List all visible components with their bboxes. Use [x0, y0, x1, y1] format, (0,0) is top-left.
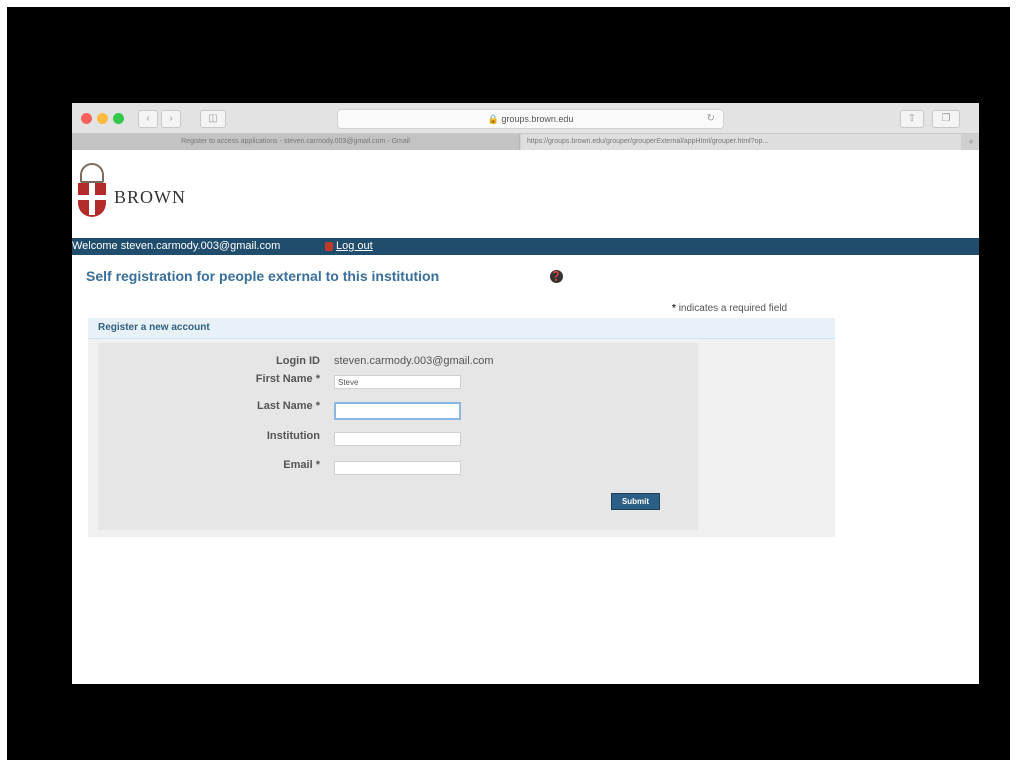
tab-grouper[interactable]: https://groups.brown.edu/grouper/grouper…: [521, 134, 961, 150]
share-icon: ⇧: [907, 113, 917, 124]
forward-button[interactable]: ›: [161, 110, 181, 128]
chevron-right-icon: ›: [169, 113, 173, 124]
registration-form: Login ID steven.carmody.003@gmail.com Fi…: [98, 343, 698, 530]
sidebar-button[interactable]: ◫: [200, 110, 226, 128]
last-name-label-text: Last Name: [257, 400, 313, 412]
video-frame: ‹ › ◫ 🔒 groups.brown.edu ↻ ⇧ ❐ Register …: [7, 7, 1010, 760]
required-field-note: * indicates a required field: [672, 303, 787, 314]
address-text: groups.brown.edu: [501, 114, 574, 124]
last-name-input[interactable]: [334, 402, 461, 420]
logout-icon: [325, 242, 333, 251]
required-marker: *: [315, 459, 320, 471]
first-name-input[interactable]: [334, 375, 461, 389]
chevron-left-icon: ‹: [146, 113, 150, 124]
lock-icon: 🔒: [487, 114, 499, 124]
email-label: Email *: [98, 459, 320, 471]
address-bar[interactable]: 🔒 groups.brown.edu ↻: [337, 109, 724, 129]
register-panel: Register a new account Login ID steven.c…: [88, 318, 835, 537]
submit-button[interactable]: Submit: [611, 493, 660, 510]
reload-icon[interactable]: ↻: [707, 110, 715, 128]
page-title: Self registration for people external to…: [86, 268, 440, 284]
share-button[interactable]: ⇧: [900, 110, 924, 128]
last-name-label: Last Name *: [98, 400, 320, 412]
brown-shield-icon: [76, 161, 108, 221]
help-icon[interactable]: ❓: [550, 270, 563, 283]
logo-text: BROWN: [114, 187, 186, 207]
first-name-label: First Name *: [98, 373, 320, 385]
browser-toolbar: ‹ › ◫ 🔒 groups.brown.edu ↻ ⇧ ❐: [72, 103, 979, 134]
tab-bar: Register to access applications - steven…: [72, 134, 979, 150]
tab-gmail[interactable]: Register to access applications - steven…: [72, 134, 520, 150]
email-label-text: Email: [283, 459, 313, 471]
institution-label: Institution: [266, 430, 320, 442]
minimize-window-button[interactable]: [97, 113, 108, 124]
email-input[interactable]: [334, 461, 461, 475]
welcome-text: Welcome steven.carmody.003@gmail.com: [72, 240, 281, 252]
sidebar-icon: ◫: [208, 113, 218, 124]
plus-icon: +: [968, 137, 974, 147]
top-navbar: Welcome steven.carmody.003@gmail.com Log…: [72, 238, 979, 255]
panel-header: Register a new account: [88, 318, 835, 339]
zoom-window-button[interactable]: [113, 113, 124, 124]
brown-logo[interactable]: BROWN: [76, 161, 206, 225]
first-name-label-text: First Name: [255, 373, 313, 385]
required-note-text: indicates a required field: [678, 303, 788, 314]
login-id-label: Login ID: [276, 355, 320, 367]
new-tab-button[interactable]: +: [963, 134, 979, 150]
required-marker: *: [672, 303, 676, 314]
logout-link[interactable]: Log out: [336, 238, 373, 255]
tabs-overview-button[interactable]: ❐: [932, 110, 960, 128]
required-marker: *: [315, 400, 320, 412]
browser-window: ‹ › ◫ 🔒 groups.brown.edu ↻ ⇧ ❐ Register …: [72, 103, 979, 684]
panel-title: Register a new account: [98, 322, 210, 333]
close-window-button[interactable]: [81, 113, 92, 124]
back-button[interactable]: ‹: [138, 110, 158, 128]
required-marker: *: [315, 373, 320, 385]
institution-input[interactable]: [334, 432, 461, 446]
tabs-icon: ❐: [941, 113, 951, 124]
login-id-value: steven.carmody.003@gmail.com: [334, 355, 494, 367]
